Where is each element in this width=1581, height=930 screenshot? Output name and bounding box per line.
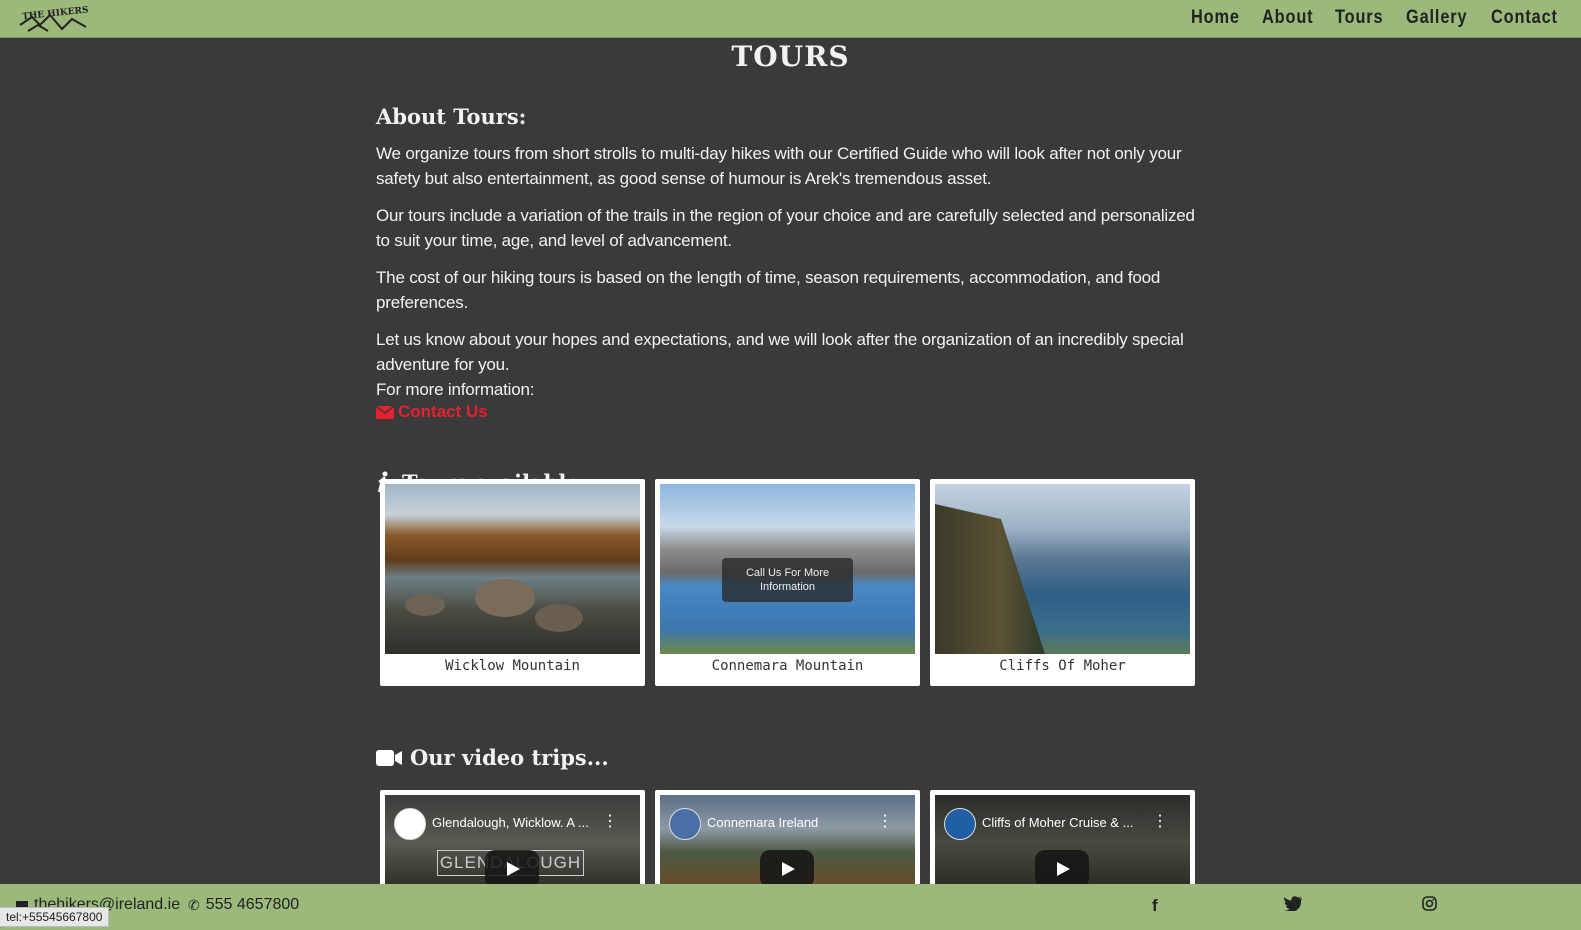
phone-icon: ✆ — [188, 896, 200, 913]
about-paragraph-3: The cost of our hiking tours is based on… — [376, 268, 1161, 312]
channel-avatar — [394, 808, 426, 840]
call-us-overlay[interactable]: Call Us For More Information — [722, 558, 853, 602]
wicklow-image — [385, 484, 640, 654]
about-section: About Tours: We organize tours from shor… — [376, 100, 1206, 495]
footer-phone[interactable]: ✆ 555 4657800 — [188, 896, 299, 914]
about-paragraph-5: For more information: — [376, 380, 535, 399]
play-icon[interactable] — [1035, 850, 1089, 888]
nav-links: Home About Tours Gallery Contact — [1191, 4, 1569, 32]
connemara-image: Call Us For More Information — [660, 484, 915, 654]
about-heading: About Tours: — [376, 104, 527, 129]
video-thumbnail: Cliffs of Moher Cruise & ... ⋮ — [935, 795, 1190, 890]
footer: thehikers@ireland.ie ✆ 555 4657800 f — [0, 884, 1581, 930]
tour-card-caption: Wicklow Mountain — [445, 658, 580, 674]
tour-card-wicklow[interactable]: Wicklow Mountain — [380, 479, 645, 686]
play-icon[interactable] — [485, 850, 539, 888]
video-title: Cliffs of Moher Cruise & ... — [982, 815, 1134, 830]
about-paragraph-1: We organize tours from short strolls to … — [376, 144, 1182, 188]
nav-tours[interactable]: Tours — [1335, 4, 1383, 32]
more-options-icon[interactable]: ⋮ — [877, 811, 893, 831]
video-card-cliffs[interactable]: Cliffs of Moher Cruise & ... ⋮ — [930, 790, 1195, 890]
videos-heading-wrap: Our video trips... — [376, 745, 609, 770]
footer-phone-text: 555 4657800 — [205, 896, 300, 913]
about-paragraph-2: Our tours include a variation of the tra… — [376, 206, 1195, 250]
video-list: GLENDALOUGH Glendalough, Wicklow. A ... … — [380, 790, 1200, 890]
video-title: Glendalough, Wicklow. A ... — [432, 815, 589, 830]
envelope-icon — [376, 405, 394, 419]
play-icon[interactable] — [760, 850, 814, 888]
cliffs-image — [935, 484, 1190, 654]
tour-cards: Wicklow Mountain Call Us For More Inform… — [380, 479, 1200, 689]
about-paragraph-4: Let us know about your hopes and expecta… — [376, 330, 1184, 374]
video-camera-icon — [376, 749, 402, 766]
video-title: Connemara Ireland — [707, 815, 819, 830]
video-card-connemara[interactable]: Connemara Ireland ⋮ — [655, 790, 920, 890]
facebook-icon[interactable]: f — [1152, 896, 1158, 916]
nav-contact[interactable]: Contact — [1491, 4, 1558, 32]
nav-gallery[interactable]: Gallery — [1406, 4, 1467, 32]
page-title: TOURS — [731, 40, 850, 73]
video-card-glendalough[interactable]: GLENDALOUGH Glendalough, Wicklow. A ... … — [380, 790, 645, 890]
contact-us-link[interactable]: Contact Us — [376, 402, 488, 422]
nav-home[interactable]: Home — [1191, 4, 1240, 32]
tour-card-connemara[interactable]: Call Us For More Information Connemara M… — [655, 479, 920, 686]
more-options-icon[interactable]: ⋮ — [602, 811, 618, 831]
channel-avatar — [944, 808, 976, 840]
hikers-logo[interactable]: THE HIKERS — [18, 3, 90, 33]
video-thumbnail: Connemara Ireland ⋮ — [660, 795, 915, 890]
tour-card-caption: Connemara Mountain — [711, 658, 864, 674]
videos-heading-row: Our video trips... — [376, 745, 609, 770]
contact-us-label: Contact Us — [398, 402, 488, 421]
twitter-icon[interactable] — [1284, 896, 1302, 911]
more-options-icon[interactable]: ⋮ — [1152, 811, 1168, 831]
nav-about[interactable]: About — [1262, 4, 1313, 32]
top-navbar: THE HIKERS Home About Tours Gallery Cont… — [0, 0, 1581, 38]
videos-heading: Our video trips... — [410, 745, 609, 770]
channel-avatar — [669, 808, 701, 840]
tour-card-caption: Cliffs Of Moher — [999, 658, 1126, 674]
tour-card-cliffs[interactable]: Cliffs Of Moher — [930, 479, 1195, 686]
browser-status-bar: tel:+55545667800 — [0, 907, 110, 927]
video-thumbnail: GLENDALOUGH Glendalough, Wicklow. A ... … — [385, 795, 640, 890]
instagram-icon[interactable] — [1422, 896, 1437, 911]
